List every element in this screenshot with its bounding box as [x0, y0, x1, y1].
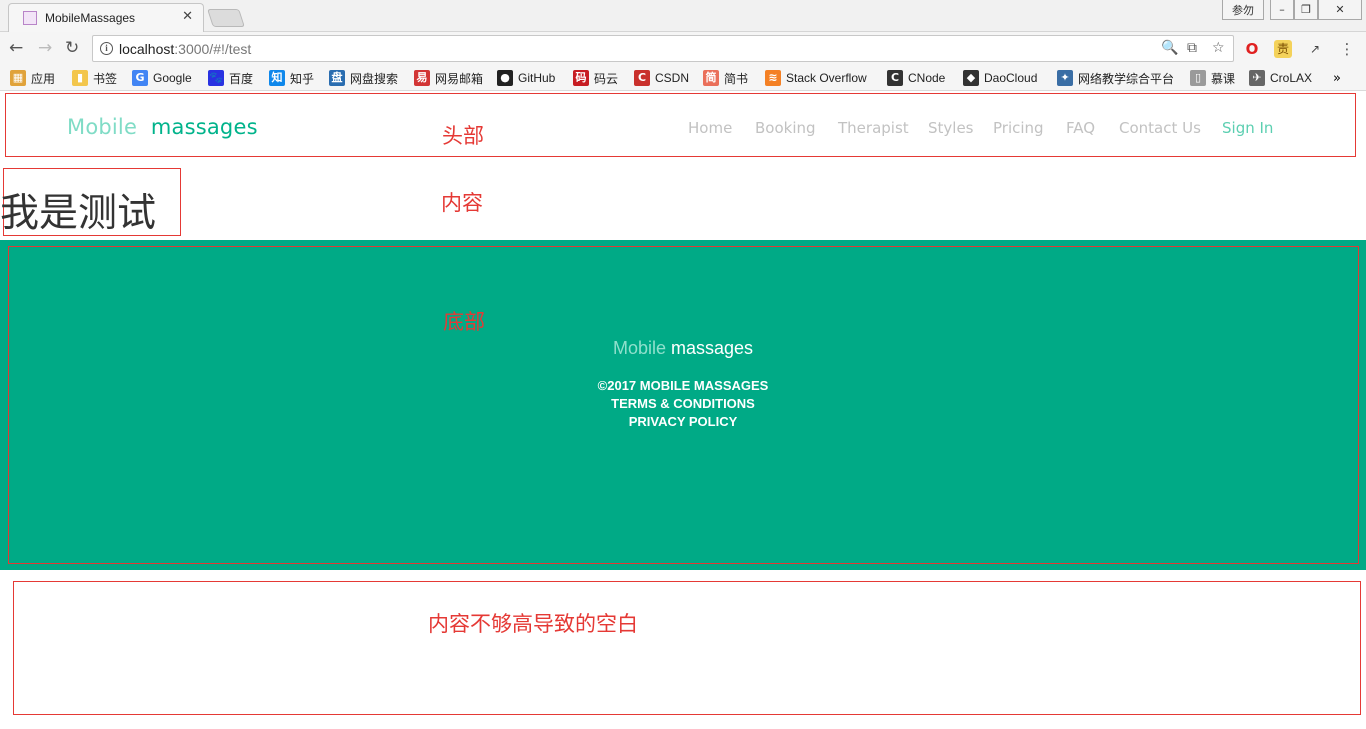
zoom-icon[interactable]: 🔍: [1161, 40, 1178, 56]
new-tab-button[interactable]: [207, 9, 245, 27]
tab-close-icon[interactable]: ✕: [182, 9, 193, 24]
bookmark-item[interactable]: C CNode: [887, 69, 945, 87]
gap-annotation-box: [13, 581, 1361, 715]
bookmark-label: 网盘搜索: [350, 71, 399, 86]
nav-therapist[interactable]: Therapist: [838, 119, 909, 137]
netease-icon: 易: [414, 70, 430, 86]
bookmark-star-icon[interactable]: ☆: [1212, 40, 1225, 56]
close-window-button[interactable]: ✕: [1318, 0, 1362, 20]
address-bar[interactable]: i localhost:3000/#!/test 🔍 ⧉ ☆: [92, 35, 1234, 62]
footer-terms-link[interactable]: TERMS & CONDITIONS: [0, 396, 1366, 411]
extension-yellow-icon[interactable]: 责: [1274, 40, 1292, 58]
bookmark-item[interactable]: 知知乎: [269, 69, 314, 87]
bookmark-label: 应用: [31, 71, 56, 86]
bookmark-label: 码云: [594, 71, 619, 86]
tab-title: MobileMassages: [45, 11, 136, 25]
bookmark-item[interactable]: ✈ CroLAX: [1249, 69, 1312, 87]
bookmark-item[interactable]: ▯ 慕课: [1190, 69, 1235, 87]
bookmark-item[interactable]: ◆ DaoCloud: [963, 69, 1037, 87]
platform-icon: ✦: [1057, 70, 1073, 86]
folder-icon: ▮: [72, 70, 88, 86]
bookmark-item[interactable]: G Google: [132, 69, 192, 87]
nav-styles[interactable]: Styles: [928, 119, 974, 137]
bookmark-label: Google: [153, 71, 192, 85]
bookmark-label: GitHub: [518, 71, 556, 85]
github-icon: ●: [497, 70, 513, 86]
bookmark-label: 网易邮箱: [435, 71, 484, 86]
bookmark-item[interactable]: 盘网盘搜索: [329, 69, 398, 87]
bookmarks-bar: ▦ 应用 ▮ 书签 G Google 🐾 百度知知乎盘网盘搜索易网易邮箱 ● GitHub 码码云 C…: [0, 65, 1366, 91]
bookmark-item[interactable]: ≋ Stack Overflow: [765, 69, 867, 87]
browser-toolbar: ← → ↻ i localhost:3000/#!/test 🔍 ⧉ ☆ O 责…: [0, 32, 1366, 65]
cnode-icon: C: [887, 70, 903, 86]
bookmark-item[interactable]: 易网易邮箱: [414, 69, 483, 87]
favicon-icon: [23, 11, 37, 25]
bookmark-label: 简书: [724, 71, 749, 86]
gap-annotation-label: 内容不够高导致的空白: [428, 612, 638, 636]
footer-privacy-link[interactable]: PRIVACY POLICY: [0, 414, 1366, 429]
nav-faq[interactable]: FAQ: [1066, 119, 1095, 137]
daocloud-icon: ◆: [963, 70, 979, 86]
footer-annotation-label: 底部: [443, 310, 485, 334]
nav-home[interactable]: Home: [688, 119, 732, 137]
extension-gray-icon[interactable]: ↗: [1306, 40, 1324, 58]
bookmark-label: 百度: [229, 71, 254, 86]
bookmark-label: 网络教学综合平台: [1078, 71, 1175, 86]
nav-contact-us[interactable]: Contact Us: [1119, 119, 1201, 137]
site-footer: 底部 Mobile massages ©2017 MOBILE MASSAGES…: [0, 240, 1366, 570]
jianshu-icon: 简: [703, 70, 719, 86]
bookmark-label: CroLAX: [1270, 71, 1313, 85]
url-text[interactable]: localhost:3000/#!/test: [119, 41, 251, 57]
gitee-icon: 码: [573, 70, 589, 86]
site-logo[interactable]: Mobile massages: [67, 115, 258, 139]
browser-tab[interactable]: MobileMassages ✕: [8, 3, 204, 32]
stackoverflow-icon: ≋: [765, 70, 781, 86]
baidu-icon: 🐾: [208, 70, 224, 86]
back-icon[interactable]: ←: [9, 38, 23, 58]
apps-grid-icon: ▦: [10, 70, 26, 86]
content-annotation-label: 内容: [441, 191, 483, 215]
nav-pricing[interactable]: Pricing: [993, 119, 1044, 137]
bookmark-item[interactable]: ✦ 网络教学综合平台: [1057, 69, 1174, 87]
csdn-icon: C: [634, 70, 650, 86]
bookmark-label: Stack Overflow: [786, 71, 867, 85]
google-icon: G: [132, 70, 148, 86]
page-icon: ▯: [1190, 70, 1206, 86]
bookmark-item[interactable]: ● GitHub: [497, 69, 555, 87]
bookmark-item[interactable]: 🐾 百度: [208, 69, 253, 87]
bookmark-item[interactable]: 简简书: [703, 69, 748, 87]
maximize-button[interactable]: ❐: [1294, 0, 1318, 20]
translate-icon[interactable]: ⧉: [1187, 40, 1197, 56]
bookmarks-overflow-button[interactable]: »: [1333, 69, 1341, 87]
info-icon[interactable]: i: [100, 42, 113, 55]
nav-sign-in[interactable]: Sign In: [1222, 119, 1273, 137]
menu-icon[interactable]: ⋮: [1338, 40, 1356, 58]
profile-button[interactable]: 参勿: [1222, 0, 1264, 20]
footer-logo: Mobile massages: [612, 338, 754, 358]
bookmark-label: 知乎: [290, 71, 315, 86]
bookmark-item[interactable]: C CSDN: [634, 69, 689, 87]
reload-icon[interactable]: ↻: [65, 38, 79, 58]
opera-icon[interactable]: O: [1243, 40, 1261, 58]
nav-booking[interactable]: Booking: [755, 119, 816, 137]
pan-icon: 盘: [329, 70, 345, 86]
minimize-button[interactable]: –: [1270, 0, 1294, 20]
page-heading: 我是测试: [0, 191, 157, 236]
bookmark-label: 慕课: [1211, 71, 1236, 86]
bookmark-label: 书签: [93, 71, 118, 86]
bookmark-label: CNode: [908, 71, 946, 85]
bookmark-item[interactable]: 码码云: [573, 69, 618, 87]
bookmark-item[interactable]: ▦ 应用: [10, 69, 55, 87]
rocket-icon: ✈: [1249, 70, 1265, 86]
bookmark-label: CSDN: [655, 71, 690, 85]
bookmark-item[interactable]: ▮ 书签: [72, 69, 117, 87]
forward-icon[interactable]: →: [38, 38, 52, 58]
browser-tabstrip: MobileMassages ✕ 参勿 – ❐ ✕: [0, 0, 1366, 32]
footer-copyright: ©2017 MOBILE MASSAGES: [597, 378, 769, 393]
header-annotation-label: 头部: [442, 124, 484, 148]
bookmark-label: DaoCloud: [984, 71, 1038, 85]
zhihu-icon: 知: [269, 70, 285, 86]
page: Mobile massages 头部 Home Booking Therapis…: [0, 92, 1366, 729]
